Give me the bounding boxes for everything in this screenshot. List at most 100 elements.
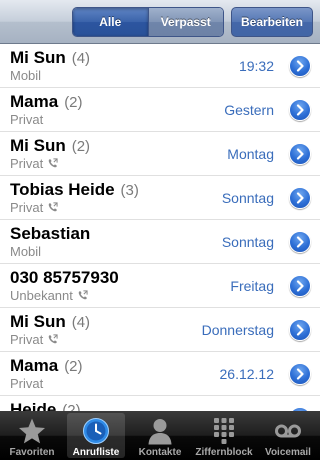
detail-disclosure-button[interactable]: [289, 231, 311, 253]
call-type: Unbekannt: [10, 288, 73, 303]
call-time: 26.12.12: [219, 366, 275, 382]
person-icon: [148, 419, 172, 445]
call-name-line: Sebastian: [10, 224, 96, 244]
chevron-right-icon: [296, 280, 304, 292]
call-time: Sonntag: [221, 234, 274, 250]
call-type-line: Privat: [10, 332, 58, 347]
caller-name: Mi Sun: [10, 48, 66, 67]
call-name-line: Mi Sun (4): [10, 48, 90, 68]
call-row[interactable]: Mi Sun (4) Privat Donnerstag: [0, 308, 320, 352]
call-type: Privat: [10, 200, 44, 215]
call-time: Montag: [227, 146, 274, 162]
call-time: Freitag: [230, 278, 274, 294]
call-name-line: Tobias Heide (3): [10, 180, 139, 200]
call-count: (4): [71, 314, 91, 331]
star-icon: [19, 418, 45, 444]
detail-disclosure-button[interactable]: [289, 319, 311, 341]
caller-name: Heide: [10, 400, 57, 411]
call-time: 19:32: [238, 58, 274, 74]
call-type-line: Unbekannt: [10, 288, 88, 303]
call-row[interactable]: Mama (2) Privat 26.12.12: [0, 352, 320, 396]
tab-label: Favoriten: [9, 447, 55, 458]
recent-calls-list[interactable]: Mi Sun (4) Mobil 19:32 Mama (2) Privat Ges…: [0, 44, 320, 411]
call-type-line: Privat: [10, 112, 43, 127]
call-row[interactable]: Tobias Heide (3) Privat Sonntag: [0, 176, 320, 220]
detail-disclosure-button[interactable]: [289, 187, 311, 209]
caller-name: 030 85757930: [10, 268, 119, 287]
detail-disclosure-button[interactable]: [289, 275, 311, 297]
call-type: Privat: [10, 112, 44, 127]
call-name-line: 030 85757930: [10, 268, 125, 288]
segment-missed[interactable]: Verpasst: [147, 8, 223, 36]
tab-keypad[interactable]: Ziffernblock: [192, 411, 256, 460]
outgoing-call-icon: [48, 202, 58, 212]
navigation-bar: Alle Verpasst Bearbeiten: [0, 0, 320, 44]
call-row[interactable]: Mi Sun (4) Mobil 19:32: [0, 44, 320, 88]
call-count: (2): [64, 358, 83, 375]
call-row[interactable]: 030 85757930 Unbekannt Freitag: [0, 264, 320, 308]
outgoing-call-icon: [48, 158, 58, 168]
tab-label: Anrufliste: [72, 447, 120, 458]
tab-voicemail[interactable]: Voicemail: [256, 411, 320, 460]
caller-name: Sebastian: [10, 224, 91, 243]
call-count: (4): [71, 50, 91, 67]
call-type-line: Privat: [10, 156, 58, 171]
chevron-right-icon: [296, 324, 304, 336]
call-row[interactable]: Sebastian Mobil Sonntag: [0, 220, 320, 264]
detail-disclosure-button[interactable]: [289, 363, 311, 385]
call-type-line: Mobil: [10, 68, 41, 83]
call-count: (2): [64, 94, 83, 111]
outgoing-call-icon: [48, 334, 58, 344]
tab-label: Voicemail: [265, 447, 311, 458]
tab-contacts[interactable]: Kontakte: [128, 411, 192, 460]
tab-favorites[interactable]: Favoriten: [0, 411, 64, 460]
call-count: (2): [62, 402, 81, 411]
caller-name: Mama: [10, 92, 59, 111]
chevron-right-icon: [296, 236, 304, 248]
tab-recents[interactable]: Anrufliste: [64, 411, 128, 460]
edit-button[interactable]: Bearbeiten: [231, 7, 313, 37]
call-time: Sonntag: [221, 190, 274, 206]
call-count: (2): [71, 138, 91, 155]
call-name-line: Mama (2): [10, 92, 83, 112]
detail-disclosure-button[interactable]: [289, 143, 311, 165]
chevron-right-icon: [296, 192, 304, 204]
tab-label: Kontakte: [138, 447, 182, 458]
segment-all[interactable]: Alle: [73, 8, 148, 36]
call-row[interactable]: Mi Sun (2) Privat Montag: [0, 132, 320, 176]
tab-label: Ziffernblock: [195, 447, 253, 458]
call-count: (3): [120, 182, 139, 199]
chevron-right-icon: [296, 148, 304, 160]
chevron-right-icon: [296, 368, 304, 380]
call-type: Mobil: [10, 68, 42, 83]
call-type-line: Privat: [10, 200, 58, 215]
call-name-line: Heide (2): [10, 400, 81, 411]
caller-name: Mama: [10, 356, 59, 375]
caller-name: Mi Sun: [10, 312, 66, 331]
call-type: Mobil: [10, 244, 42, 259]
keypad-icon: [214, 418, 234, 444]
call-type-line: Privat: [10, 376, 43, 391]
detail-disclosure-button[interactable]: [289, 55, 311, 77]
detail-disclosure-button[interactable]: [289, 99, 311, 121]
call-time: Donnerstag: [201, 322, 274, 338]
call-name-line: Mama (2): [10, 356, 83, 376]
clock-icon: [83, 418, 109, 444]
call-row[interactable]: Mama (2) Privat Gestern: [0, 88, 320, 132]
caller-name: Tobias Heide: [10, 180, 115, 199]
tab-bar: Favoriten Anrufliste Kontakte Ziffernblo…: [0, 411, 320, 460]
caller-name: Mi Sun: [10, 136, 66, 155]
call-filter-segmented-control[interactable]: Alle Verpasst: [72, 7, 224, 37]
call-type: Privat: [10, 376, 44, 391]
call-type: Privat: [10, 332, 44, 347]
call-type: Privat: [10, 156, 44, 171]
voicemail-icon: [275, 424, 301, 438]
outgoing-call-icon: [78, 290, 88, 300]
call-type-line: Mobil: [10, 244, 41, 259]
chevron-right-icon: [296, 104, 304, 116]
call-time: Gestern: [224, 102, 274, 118]
call-row[interactable]: Heide (2): [0, 396, 320, 411]
call-name-line: Mi Sun (4): [10, 312, 90, 332]
call-name-line: Mi Sun (2): [10, 136, 90, 156]
chevron-right-icon: [296, 60, 304, 72]
